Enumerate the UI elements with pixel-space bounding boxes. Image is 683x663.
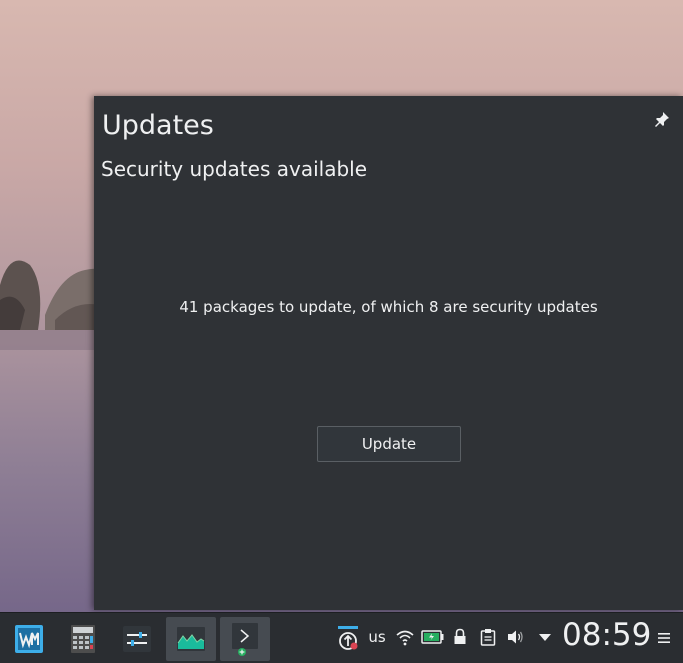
hamburger-menu-icon bbox=[658, 633, 670, 643]
panel-options-button[interactable] bbox=[657, 630, 671, 646]
battery-charging-icon bbox=[421, 630, 444, 644]
digital-clock[interactable]: 08:59 bbox=[562, 617, 651, 653]
tray-battery[interactable] bbox=[421, 625, 445, 649]
calculator-icon bbox=[71, 625, 95, 653]
tray-lock-screen[interactable] bbox=[451, 625, 469, 649]
keyboard-layout-label: us bbox=[368, 628, 386, 646]
clipboard-icon bbox=[480, 629, 496, 646]
wifi-icon bbox=[396, 630, 414, 646]
pin-button[interactable] bbox=[653, 110, 671, 128]
system-monitor-icon bbox=[177, 627, 205, 651]
kwin-icon bbox=[15, 625, 43, 653]
software-update-icon bbox=[338, 626, 358, 650]
tray-network[interactable] bbox=[394, 625, 416, 649]
tray-keyboard-layout[interactable]: us bbox=[366, 625, 388, 649]
taskbar-panel: us 08:59 bbox=[0, 612, 683, 663]
launcher-terminal[interactable] bbox=[220, 617, 270, 661]
updates-popup: Updates Security updates available 41 pa… bbox=[94, 96, 683, 610]
popup-subtitle: Security updates available bbox=[101, 157, 368, 181]
tray-volume[interactable] bbox=[506, 625, 526, 649]
volume-icon bbox=[508, 630, 523, 644]
launcher-system-monitor[interactable] bbox=[166, 617, 216, 661]
system-settings-icon bbox=[123, 626, 151, 652]
chevron-down-icon bbox=[539, 634, 551, 641]
popup-title: Updates bbox=[102, 110, 214, 141]
launcher-calculator[interactable] bbox=[58, 617, 108, 661]
tray-updates[interactable] bbox=[336, 613, 360, 657]
launcher-system-settings[interactable] bbox=[112, 617, 162, 661]
tray-clipboard[interactable] bbox=[478, 625, 498, 649]
tray-expander[interactable] bbox=[535, 625, 555, 649]
launcher-kwin[interactable] bbox=[4, 617, 54, 661]
terminal-icon bbox=[232, 623, 258, 656]
lock-icon bbox=[454, 628, 466, 644]
update-status-message: 41 packages to update, of which 8 are se… bbox=[179, 298, 598, 316]
update-button[interactable]: Update bbox=[317, 426, 461, 462]
pin-icon bbox=[655, 112, 669, 127]
